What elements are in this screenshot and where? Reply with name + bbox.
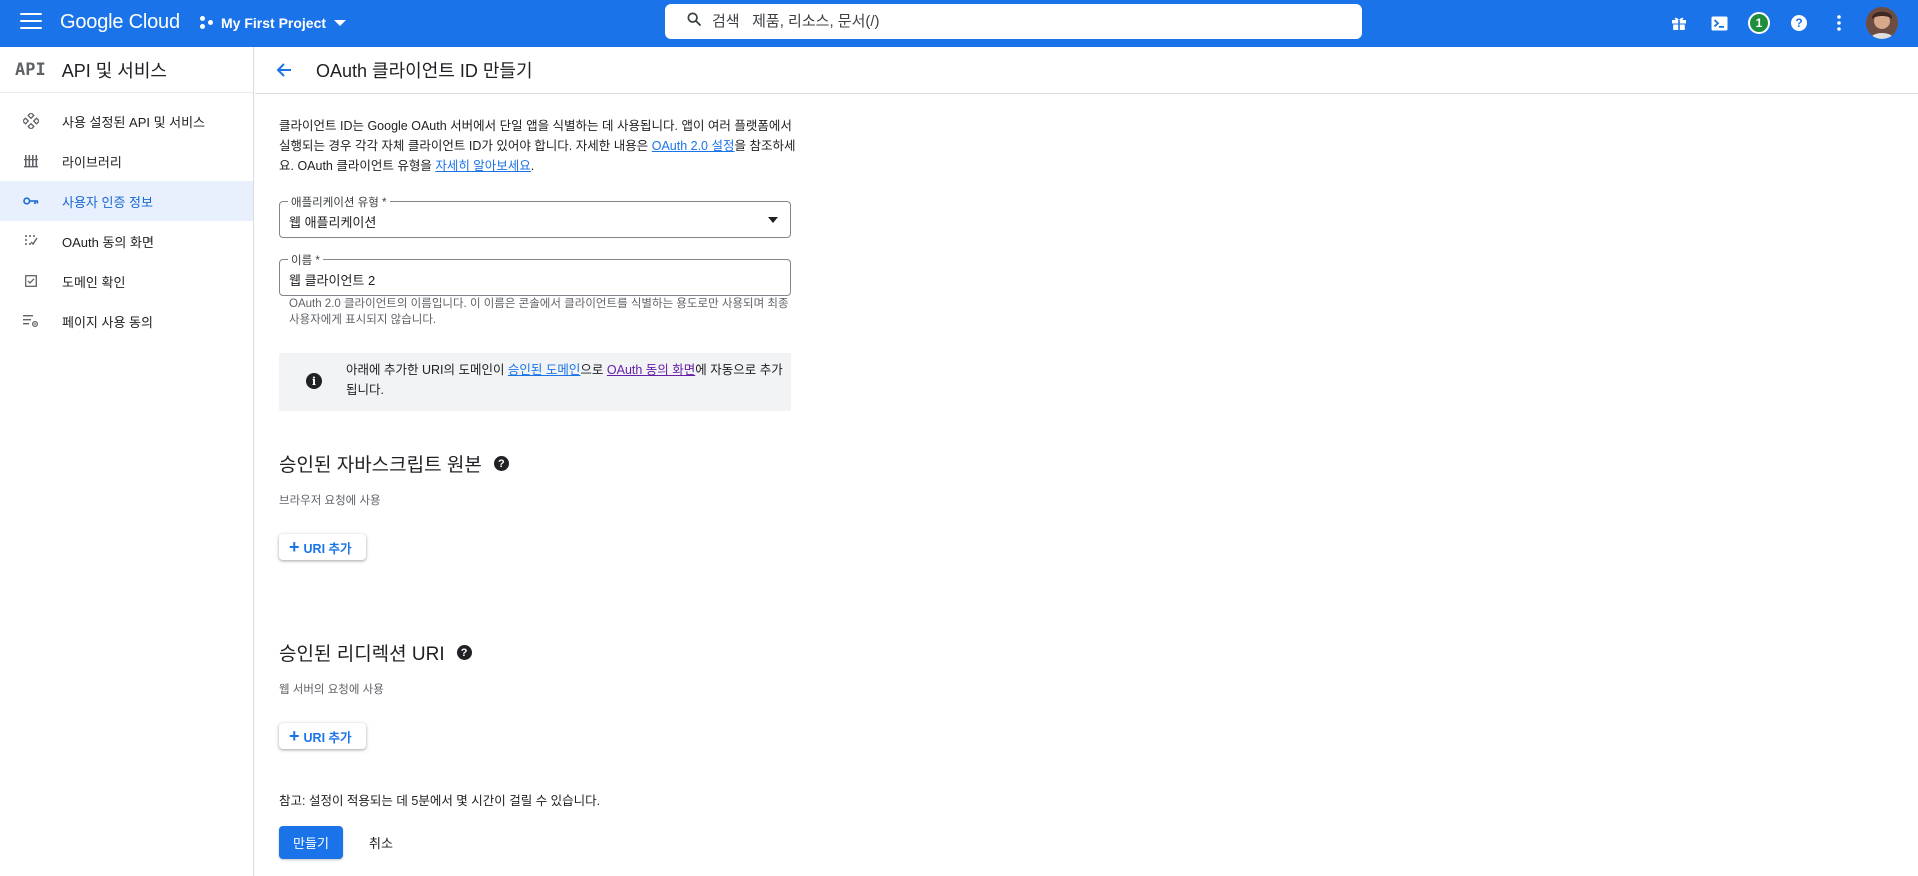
domain-check-icon	[21, 275, 41, 287]
settings-note: 참고: 설정이 적용되는 데 5분에서 몇 시간이 걸릴 수 있습니다.	[279, 794, 601, 808]
sidebar-item-enabled-apis[interactable]: 사용 설정된 API 및 서비스	[0, 101, 253, 141]
sidebar-item-page-usage[interactable]: 페이지 사용 동의	[0, 301, 253, 341]
plus-icon: +	[289, 726, 300, 746]
sidebar-title: API 및 서비스	[61, 60, 167, 81]
page-title: OAuth 클라이언트 ID 만들기	[316, 61, 533, 81]
google-cloud-logo[interactable]: Google Cloud	[60, 11, 180, 34]
sidebar-item-label: 라이브러리	[62, 154, 122, 170]
project-dots-icon	[200, 16, 214, 30]
redirect-uri-section-title: 승인된 리디렉션 URI ?	[279, 639, 472, 666]
form-description: 클라이언트 ID는 Google OAuth 서버에서 단일 앱을 식별하는 데…	[279, 119, 796, 173]
cancel-button[interactable]: 취소	[359, 826, 403, 859]
name-label: 이름 *	[288, 252, 323, 268]
cloud-shell-icon[interactable]	[1706, 10, 1732, 36]
js-origins-subtitle: 브라우저 요청에 사용	[279, 495, 381, 507]
main-menu-icon[interactable]	[20, 13, 42, 31]
info-banner: i 아래에 추가한 URI의 도메인이 승인된 도메인으로 OAuth 동의 화…	[279, 353, 791, 411]
sidebar-item-library[interactable]: 라이브러리	[0, 141, 253, 181]
page-usage-icon	[21, 314, 41, 328]
oauth-consent-screen-link[interactable]: OAuth 동의 화면	[607, 363, 695, 377]
name-hint: OAuth 2.0 클라이언트의 이름입니다. 이 이름은 콘솔에서 클라이언트…	[289, 298, 789, 326]
sidebar-item-label: 사용자 인증 정보	[62, 194, 153, 210]
create-button[interactable]: 만들기	[279, 826, 343, 859]
api-diamond-icon	[21, 113, 41, 129]
application-type-select[interactable]: 애플리케이션 유형 * 웹 애플리케이션	[279, 194, 791, 238]
account-avatar[interactable]	[1866, 7, 1898, 39]
project-picker[interactable]: My First Project	[200, 12, 347, 34]
api-logo: API	[15, 59, 46, 80]
back-arrow-icon[interactable]	[272, 58, 296, 82]
help-icon[interactable]: ?	[456, 645, 472, 660]
project-name: My First Project	[221, 15, 327, 31]
redirect-uri-subtitle: 웹 서버의 요청에 사용	[279, 684, 384, 696]
oauth-consent-icon	[21, 234, 41, 248]
info-icon: i	[306, 373, 322, 389]
oauth-setup-link[interactable]: OAuth 2.0 설정	[652, 139, 735, 153]
search-icon	[686, 11, 702, 32]
key-icon	[21, 196, 41, 206]
search-bar[interactable]	[665, 4, 1362, 39]
plus-icon: +	[289, 537, 300, 557]
help-icon[interactable]: ?	[1786, 10, 1812, 36]
application-type-value: 웹 애플리케이션	[289, 215, 377, 230]
sidebar-item-label: 사용 설정된 API 및 서비스	[62, 114, 206, 130]
notification-badge[interactable]: 1	[1746, 10, 1772, 36]
js-origins-section-title: 승인된 자바스크립트 원본 ?	[279, 450, 509, 477]
application-type-label: 애플리케이션 유형 *	[288, 194, 390, 210]
help-icon[interactable]: ?	[493, 456, 509, 471]
dropdown-arrow-icon	[768, 217, 778, 223]
add-js-origin-uri-button[interactable]: + URI 추가	[279, 534, 366, 560]
side-navigation: API API 및 서비스 사용 설정된 API 및 서비스 라이브러리 사용자…	[0, 47, 254, 876]
authorized-domains-link[interactable]: 승인된 도메인	[508, 363, 580, 377]
page-header: OAuth 클라이언트 ID 만들기	[255, 47, 1918, 94]
search-input[interactable]	[712, 13, 1312, 30]
sidebar-item-domain-verification[interactable]: 도메인 확인	[0, 261, 253, 301]
sidebar-item-credentials[interactable]: 사용자 인증 정보	[0, 181, 253, 221]
learn-more-link[interactable]: 자세히 알아보세요	[435, 159, 530, 173]
sidebar-item-label: 페이지 사용 동의	[62, 314, 153, 330]
name-field[interactable]: 이름 * 웹 클라이언트 2	[279, 252, 791, 296]
chevron-down-icon	[334, 20, 347, 26]
name-value[interactable]: 웹 클라이언트 2	[289, 270, 375, 289]
sidebar-item-oauth-consent[interactable]: OAuth 동의 화면	[0, 221, 253, 261]
library-icon	[21, 154, 41, 168]
info-text: 아래에 추가한 URI의 도메인이 승인된 도메인으로 OAuth 동의 화면에…	[346, 363, 783, 397]
sidebar-item-label: 도메인 확인	[62, 274, 126, 290]
more-vert-icon[interactable]	[1826, 10, 1852, 36]
add-redirect-uri-button[interactable]: + URI 추가	[279, 723, 366, 749]
gift-icon[interactable]	[1666, 10, 1692, 36]
sidebar-item-label: OAuth 동의 화면	[62, 234, 154, 250]
top-app-bar: Google Cloud My First Project 1 ?	[0, 0, 1918, 47]
